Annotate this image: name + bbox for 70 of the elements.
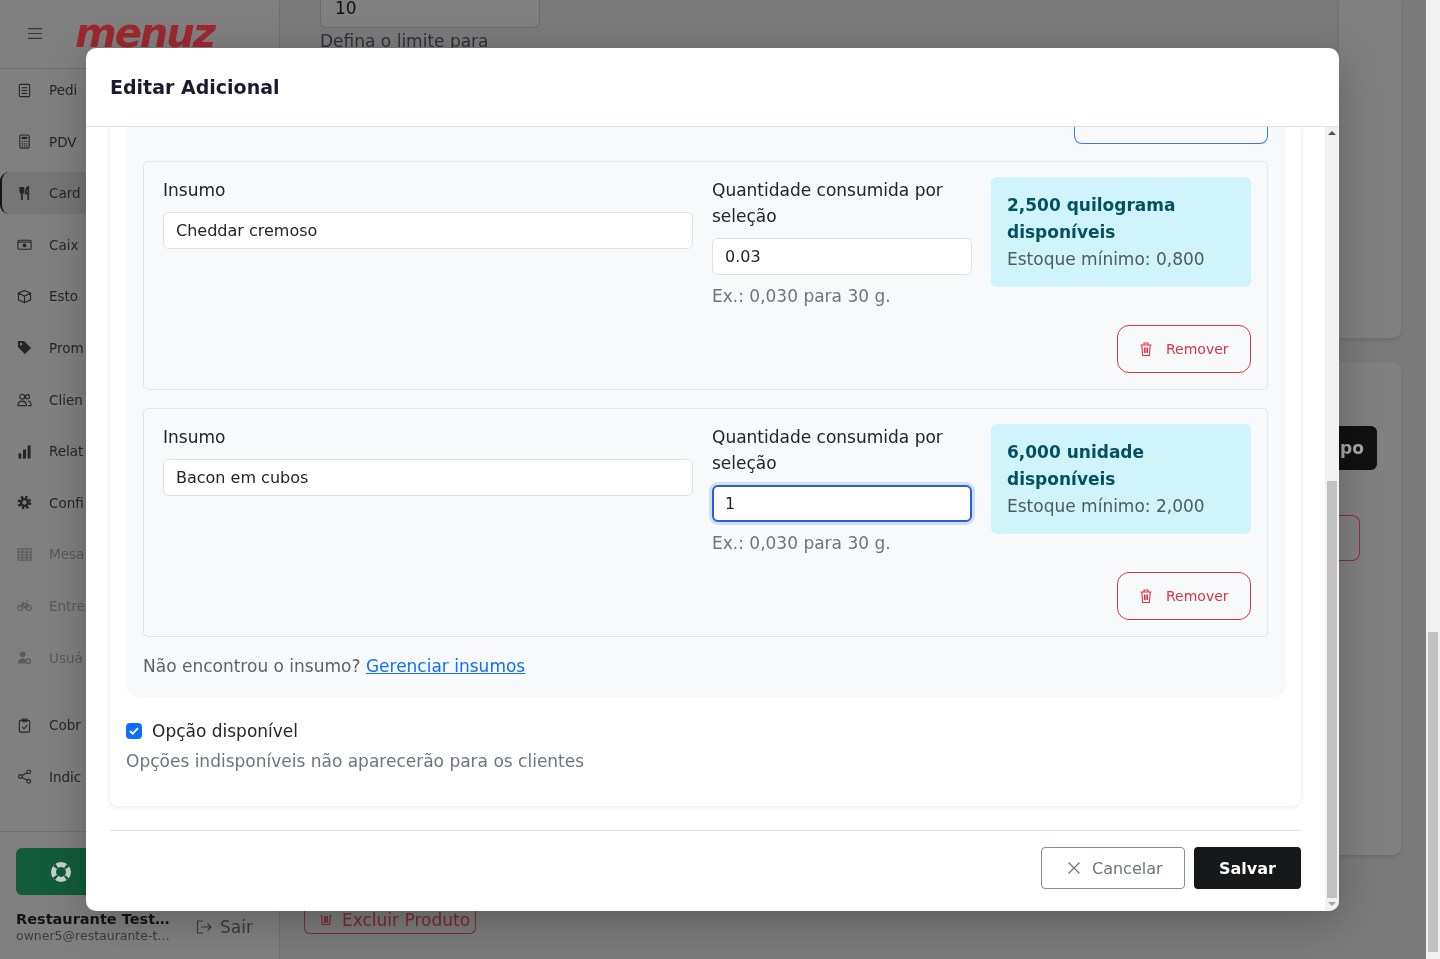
field-label: Insumo xyxy=(163,179,227,202)
scroll-down-icon[interactable] xyxy=(1328,902,1336,906)
field-label: Quantidade consumida por seleção xyxy=(712,179,944,228)
stock-minimum: Estoque mínimo: 2,000 xyxy=(1007,495,1206,518)
logout-icon xyxy=(196,920,212,934)
account-name: Restaurante Test… xyxy=(16,911,171,928)
checkbox-label: Opção disponível xyxy=(152,721,299,741)
trash-icon xyxy=(320,914,332,925)
nav-item[interactable]: Relat xyxy=(0,430,86,473)
users-icon xyxy=(17,392,32,408)
share-icon xyxy=(17,769,32,785)
checkmark-icon xyxy=(129,727,139,735)
nav-item[interactable]: Esto xyxy=(0,275,86,318)
nav-item[interactable]: Cobr xyxy=(0,704,86,747)
bicycle-icon xyxy=(17,598,32,614)
field-label: Quantidade consumida por seleção xyxy=(712,426,944,475)
banknote-icon xyxy=(17,237,32,253)
gear-icon xyxy=(17,495,32,511)
grid-icon xyxy=(17,546,32,562)
stock-amount: 6,000 unidade disponíveis xyxy=(1007,441,1146,491)
lifebuoy-icon xyxy=(51,861,71,882)
modal-title: Editar Adicional xyxy=(110,76,280,98)
bar-chart-icon xyxy=(17,443,32,459)
cancel-button[interactable]: Cancelar xyxy=(1041,847,1185,889)
sidebar-action-button[interactable] xyxy=(16,848,86,895)
nav-item[interactable]: PDV xyxy=(0,120,86,163)
number-field[interactable]: 10 xyxy=(320,0,540,28)
trash-icon xyxy=(1140,589,1152,603)
nav-item[interactable]: Pedi xyxy=(0,69,86,111)
receipt-icon xyxy=(17,82,32,98)
close-icon xyxy=(1068,862,1080,874)
account-email: owner5@restaurante-t… xyxy=(16,928,171,943)
scrollbar-thumb[interactable] xyxy=(1428,632,1438,952)
hint-text: Opções indisponíveis não aparecerão para os clientes xyxy=(126,750,585,773)
remove-button[interactable]: Remover xyxy=(1117,325,1251,373)
clipboard-check-icon xyxy=(17,717,32,733)
nav-item[interactable]: Card xyxy=(0,172,86,215)
logout-button[interactable]: Sair xyxy=(196,917,253,937)
nav-item[interactable]: Caix xyxy=(0,223,86,266)
manage-ingredients-link[interactable]: Gerenciar insumos xyxy=(365,656,526,676)
nav-item[interactable]: Indic xyxy=(0,755,86,798)
help-text: Não encontrou o insumo? Gerenciar insumos xyxy=(143,655,527,678)
scrollbar-thumb[interactable] xyxy=(1327,481,1337,898)
ingredient-field[interactable]: Cheddar cremoso xyxy=(163,212,693,249)
box-icon xyxy=(17,288,32,304)
hint-text: Ex.: 0,030 para 30 g. xyxy=(712,532,892,555)
fork-knife-icon xyxy=(17,185,32,201)
save-button[interactable]: Salvar xyxy=(1194,847,1301,889)
hint-text: Defina o limite para xyxy=(320,34,489,48)
remove-button[interactable]: Remover xyxy=(1117,572,1251,620)
hint-text: Ex.: 0,030 para 30 g. xyxy=(712,285,892,308)
checkbox[interactable] xyxy=(126,723,142,739)
quantity-field[interactable]: 1 xyxy=(712,485,972,522)
stock-amount: 2,500 quilograma disponíveis xyxy=(1007,194,1177,244)
ingredient-field[interactable]: Bacon em cubos xyxy=(163,459,693,496)
field-label: Insumo xyxy=(163,426,227,449)
calculator-icon xyxy=(17,134,32,150)
trash-icon xyxy=(1140,342,1152,356)
nav-item[interactable]: Clien xyxy=(0,378,86,421)
stock-minimum: Estoque mínimo: 0,800 xyxy=(1007,248,1206,271)
nav-item[interactable]: Prom xyxy=(0,326,86,369)
menu-icon[interactable] xyxy=(28,28,42,39)
scroll-up-icon[interactable] xyxy=(1328,131,1336,135)
user-gear-icon xyxy=(17,650,32,666)
dark-button[interactable]: po xyxy=(1339,426,1377,470)
nav-item[interactable]: Confi xyxy=(0,481,86,524)
quantity-field[interactable]: 0.03 xyxy=(712,238,972,275)
logo: menuz xyxy=(75,18,215,48)
tag-icon xyxy=(17,340,32,356)
outline-button-edge[interactable] xyxy=(1074,127,1268,144)
